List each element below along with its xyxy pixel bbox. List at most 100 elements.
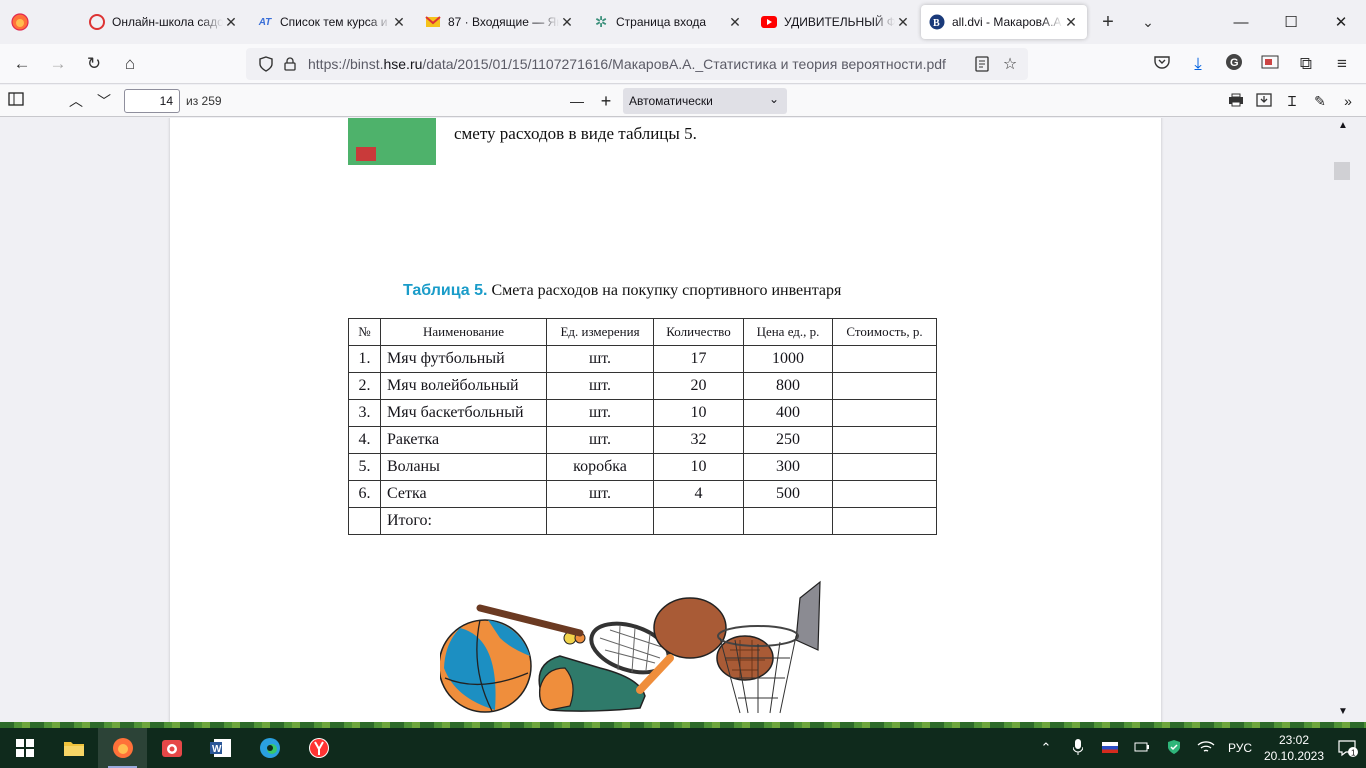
table-cell <box>832 372 937 400</box>
col-header-unit: Ед. измерения <box>546 318 654 346</box>
print-button[interactable] <box>1222 88 1250 114</box>
table-row: Итого: <box>348 507 937 535</box>
toggle-sidebar-button[interactable] <box>2 88 30 114</box>
minimize-button[interactable]: — <box>1216 0 1266 44</box>
tab-2[interactable]: 87 · Входящие — Янд ✕ <box>417 5 583 39</box>
page-number-input[interactable]: 14 <box>124 88 180 113</box>
tab-strip: Онлайн-школа садо ✕ AT Список тем курса … <box>0 0 1366 44</box>
menu-button[interactable]: ≡ <box>1324 48 1360 80</box>
close-tab-icon[interactable]: ✕ <box>727 14 743 30</box>
url-text[interactable]: https://binst.hse.ru/data/2015/01/15/110… <box>308 56 970 72</box>
url-bar[interactable]: https://binst.hse.ru/data/2015/01/15/110… <box>246 48 1028 80</box>
pocket-button[interactable] <box>1144 48 1180 80</box>
yandex-browser-button[interactable] <box>294 728 343 768</box>
home-button[interactable]: ⌂ <box>112 48 148 80</box>
bookmark-star-icon[interactable]: ☆ <box>998 52 1022 76</box>
table-cell: шт. <box>546 345 654 373</box>
table-cell: шт. <box>546 372 654 400</box>
zoom-select[interactable]: Автоматически ⌄ <box>623 88 787 114</box>
close-tab-icon[interactable]: ✕ <box>391 14 407 30</box>
table-cell: 17 <box>653 345 744 373</box>
forward-button[interactable]: → <box>40 48 76 80</box>
more-tools-button[interactable]: » <box>1334 88 1362 114</box>
text-cursor-icon: Ɪ <box>1288 92 1296 109</box>
zoom-out-button[interactable]: — <box>563 88 591 114</box>
text-tool-button[interactable]: Ɪ <box>1278 88 1306 114</box>
vertical-scrollbar[interactable]: ▲ ▼ <box>1334 118 1366 722</box>
minus-icon: — <box>570 93 584 109</box>
notifications-button[interactable]: 1 <box>1330 728 1366 768</box>
input-language[interactable]: РУС <box>1222 741 1258 755</box>
hamburger-menu-icon: ≡ <box>1337 54 1347 73</box>
draw-button[interactable]: ✎ <box>1306 88 1334 114</box>
close-tab-icon[interactable]: ✕ <box>559 14 575 30</box>
screenshot-button[interactable] <box>1252 48 1288 80</box>
margin-icon-block <box>348 118 436 165</box>
zoom-in-button[interactable]: + <box>592 88 620 114</box>
clock-time: 23:02 <box>1278 733 1310 747</box>
hse-logo-icon: B <box>929 14 945 30</box>
notification-icon: 1 <box>1338 740 1358 757</box>
pdf-viewer[interactable]: … смету расходов в виде таблицы 5. Табли… <box>0 118 1366 722</box>
downloads-button[interactable]: ⤓ <box>1180 48 1216 80</box>
back-button[interactable]: ← <box>4 48 40 80</box>
extensions-button[interactable]: ⧉ <box>1288 48 1324 80</box>
pdf-page: … смету расходов в виде таблицы 5. Табли… <box>170 118 1161 722</box>
table-cell <box>832 507 937 535</box>
table-cell: Мяч волейбольный <box>380 372 547 400</box>
tracking-shield-icon[interactable] <box>254 52 278 76</box>
close-tab-icon[interactable]: ✕ <box>895 14 911 30</box>
new-tab-button[interactable]: + <box>1088 0 1128 44</box>
save-button[interactable] <box>1250 88 1278 114</box>
tab-3[interactable]: ✲ Страница входа ✕ <box>585 5 751 39</box>
show-hidden-icons-button[interactable]: ⌃ <box>1030 728 1062 768</box>
tab-label: Онлайн-школа садо <box>112 15 223 29</box>
table-cell: 500 <box>743 480 833 508</box>
tab-0[interactable]: Онлайн-школа садо ✕ <box>81 5 247 39</box>
pencil-icon: ✎ <box>1314 92 1326 109</box>
language-flag-button[interactable] <box>1094 728 1126 768</box>
start-button[interactable] <box>0 728 49 768</box>
scroll-down-arrow-icon[interactable]: ▼ <box>1338 706 1348 717</box>
yandex-icon <box>308 738 329 758</box>
firefox-view-button[interactable] <box>0 0 40 44</box>
maximize-button[interactable]: ☐ <box>1266 0 1316 44</box>
tab-label: all.dvi - МакаровА.А <box>952 15 1062 29</box>
tab-4[interactable]: УДИВИТЕЛЬНЫЙ ФИ ✕ <box>753 5 919 39</box>
account-button[interactable]: G <box>1216 48 1252 80</box>
edge-button[interactable] <box>245 728 294 768</box>
page-count: из 259 <box>186 93 222 108</box>
firefox-taskbar-button[interactable] <box>98 728 147 768</box>
reload-button[interactable]: ↻ <box>76 48 112 80</box>
scroll-up-arrow-icon[interactable]: ▲ <box>1338 120 1348 131</box>
next-page-button[interactable]: ﹀ <box>90 88 118 114</box>
file-explorer-button[interactable] <box>49 728 98 768</box>
reader-view-icon[interactable] <box>970 52 994 76</box>
tab-1[interactable]: AT Список тем курса и ✕ <box>249 5 415 39</box>
security-button[interactable] <box>1158 728 1190 768</box>
clock[interactable]: 23:02 20.10.2023 <box>1258 732 1330 764</box>
lock-icon[interactable] <box>278 52 302 76</box>
list-tabs-button[interactable]: ⌄ <box>1128 0 1168 44</box>
table-cell: Сетка <box>380 480 547 508</box>
scroll-thumb[interactable] <box>1334 162 1350 180</box>
table-cell <box>832 453 937 481</box>
table-cell: 4 <box>653 480 744 508</box>
previous-page-button[interactable]: ︿ <box>62 88 90 114</box>
col-header-quantity: Количество <box>653 318 744 346</box>
wifi-button[interactable] <box>1190 728 1222 768</box>
caption-label: Таблица 5. <box>403 282 488 299</box>
close-tab-icon[interactable]: ✕ <box>1063 14 1079 30</box>
table-cell: Ракетка <box>380 426 547 454</box>
word-button[interactable]: W <box>196 728 245 768</box>
close-window-button[interactable]: ✕ <box>1316 0 1366 44</box>
screenshot-app-button[interactable] <box>147 728 196 768</box>
close-tab-icon[interactable]: ✕ <box>223 14 239 30</box>
tab-5-active[interactable]: B all.dvi - МакаровА.А ✕ <box>921 5 1087 39</box>
table-cell <box>832 480 937 508</box>
pocket-icon <box>1154 54 1170 74</box>
wifi-icon <box>1197 740 1215 757</box>
microphone-button[interactable] <box>1062 728 1094 768</box>
table-cell: 20 <box>653 372 744 400</box>
battery-button[interactable] <box>1126 728 1158 768</box>
